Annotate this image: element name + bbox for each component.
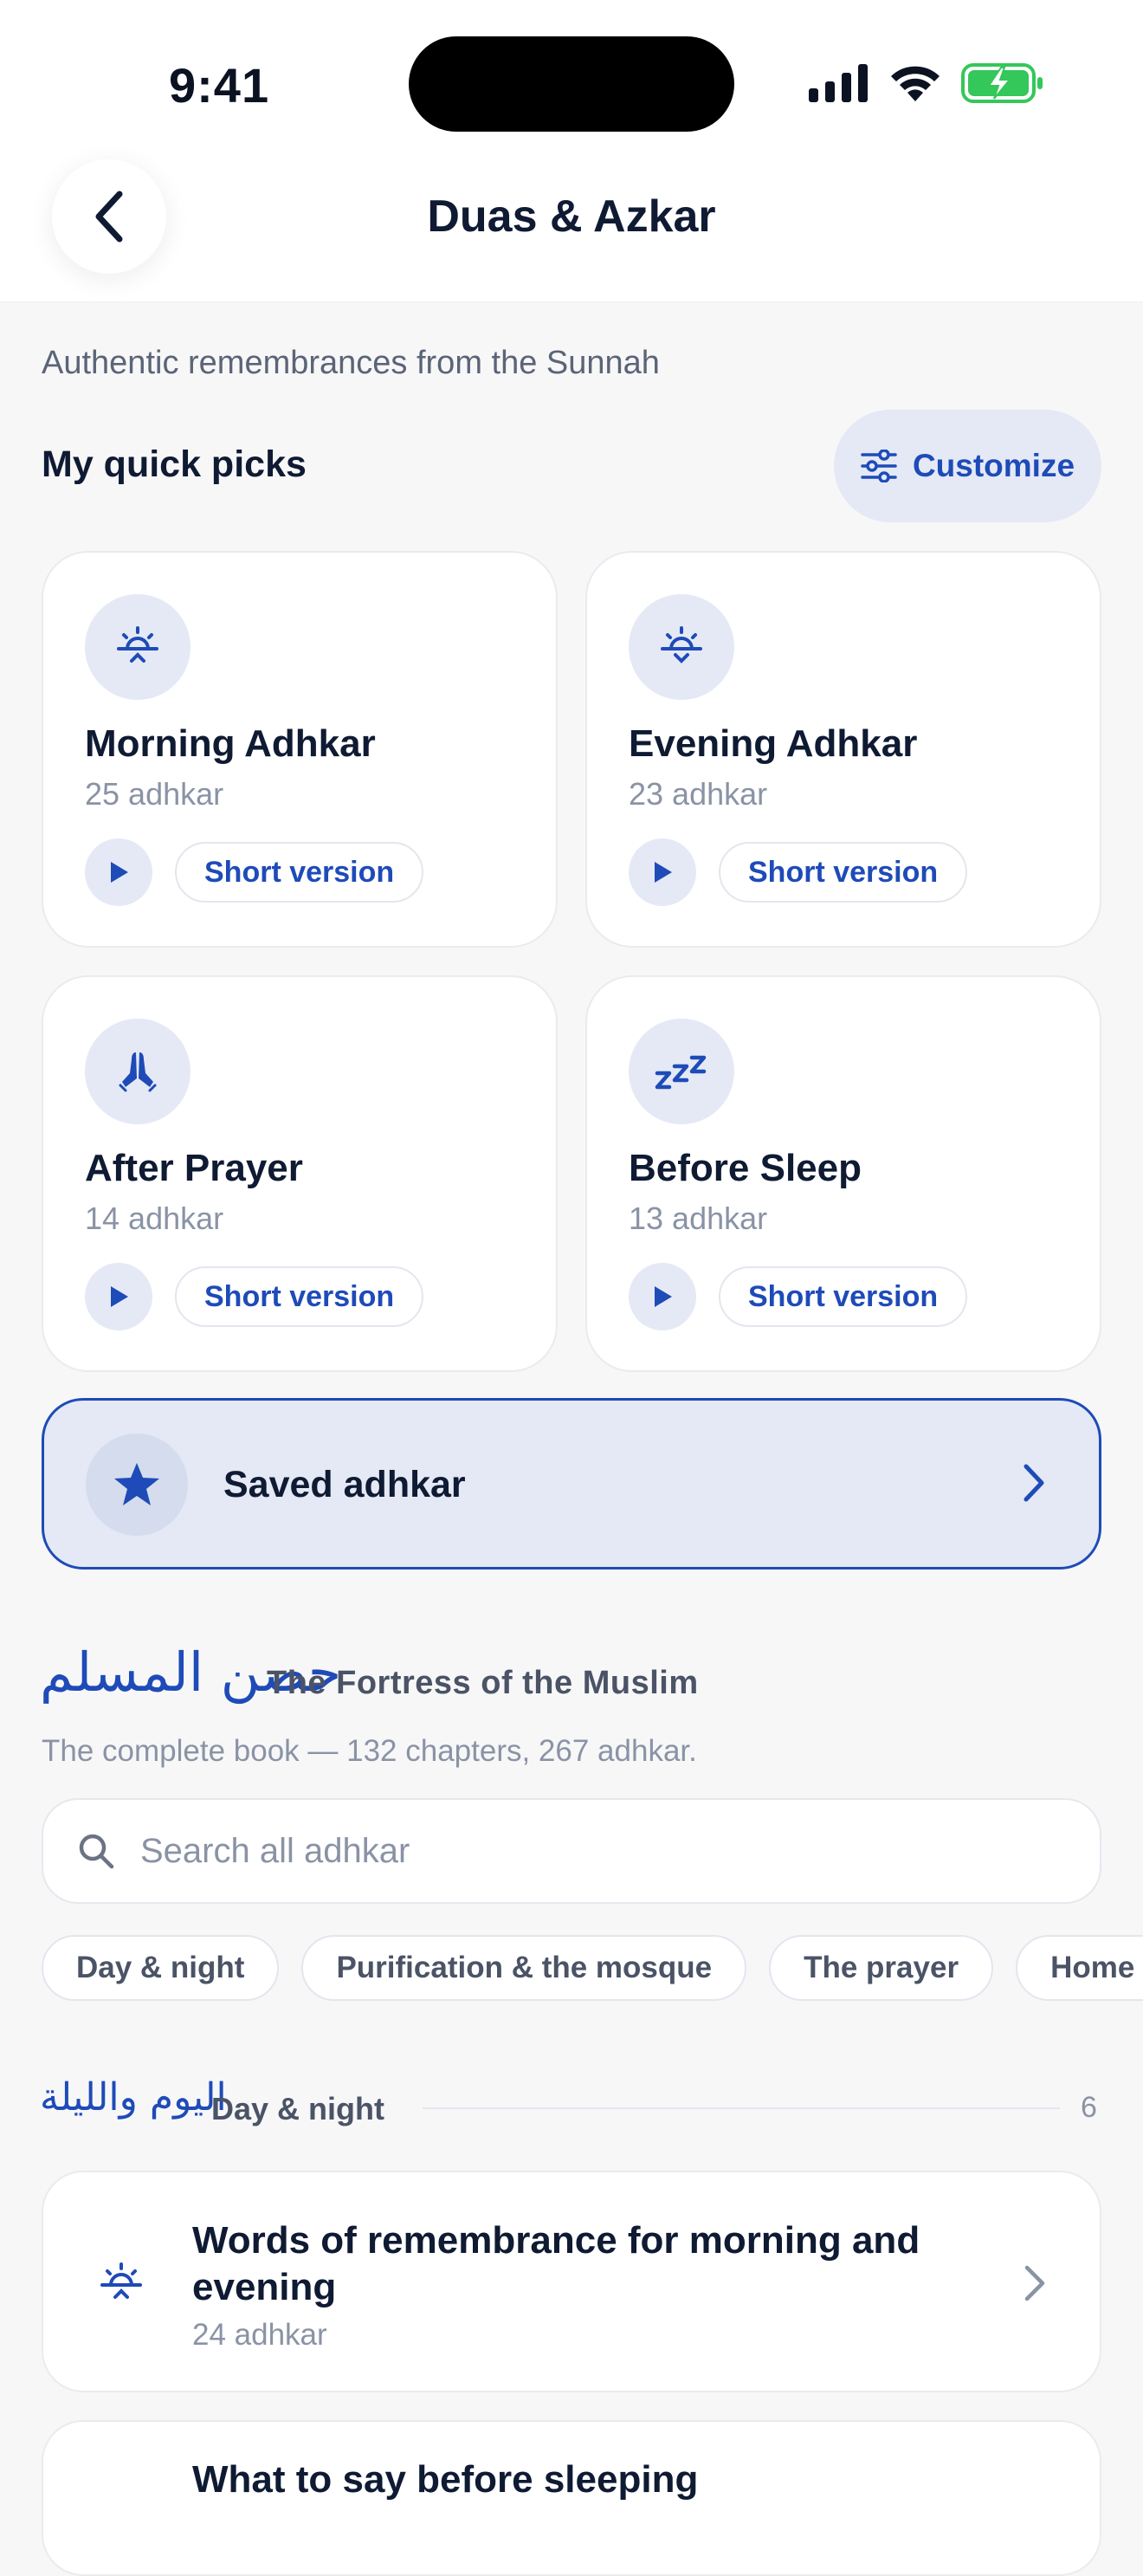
short-version-button[interactable]: Short version [719, 1266, 968, 1327]
star-icon [86, 1434, 188, 1536]
chip-day-night[interactable]: Day & night [42, 1935, 280, 2001]
card-count: 25 adhkar [85, 776, 224, 812]
quick-pick-card-evening[interactable]: Evening Adhkar 23 adhkar Short version [585, 551, 1101, 948]
fortress-description: The complete book — 132 chapters, 267 ad… [42, 1734, 697, 1768]
status-icons [809, 57, 1044, 109]
battery-charging-icon [961, 63, 1043, 103]
card-title: Evening Adhkar [629, 722, 918, 765]
quick-pick-card-morning[interactable]: Morning Adhkar 25 adhkar Short version [42, 551, 558, 948]
chevron-right-icon [1024, 2265, 1045, 2301]
fortress-title: The Fortress of the Muslim [267, 1665, 699, 1701]
play-button[interactable] [629, 838, 696, 906]
search-icon [79, 1834, 114, 1869]
group-divider [423, 2107, 1060, 2109]
play-icon [655, 1286, 672, 1307]
play-icon [111, 862, 128, 883]
dynamic-island [409, 36, 734, 132]
chevron-right-icon [1024, 1464, 1044, 1502]
play-button[interactable] [85, 838, 152, 906]
quick-pick-card-before-sleep[interactable]: Before Sleep 13 adhkar Short version [585, 975, 1101, 1372]
sunrise-icon [85, 594, 190, 700]
customize-button[interactable]: Customize [834, 410, 1101, 522]
short-version-button[interactable]: Short version [175, 1266, 424, 1327]
chip-prayer[interactable]: The prayer [769, 1935, 994, 2001]
card-count: 23 adhkar [629, 776, 768, 812]
short-version-button[interactable]: Short version [719, 842, 968, 903]
group-count: 6 [1081, 2091, 1097, 2124]
saved-label: Saved adhkar [223, 1464, 466, 1505]
play-button[interactable] [85, 1263, 152, 1330]
sliders-icon [861, 450, 897, 482]
group-title: Day & night [211, 2091, 385, 2126]
chapter-count: 24 adhkar [192, 2318, 327, 2352]
chapter-title: Words of remembrance for morning and eve… [192, 2219, 920, 2308]
praying-hands-icon [85, 1019, 190, 1124]
quick-picks-heading: My quick picks [42, 443, 307, 485]
header-divider [0, 301, 1143, 302]
chip-home[interactable]: Home & family [1016, 1935, 1143, 2001]
search-bar[interactable] [42, 1798, 1101, 1904]
card-title: Before Sleep [629, 1147, 862, 1189]
group-arabic-title: اليوم والليلة [40, 2075, 227, 2120]
card-count: 14 adhkar [85, 1201, 224, 1236]
sunset-icon [629, 594, 734, 700]
play-icon [111, 1286, 128, 1307]
short-version-button[interactable]: Short version [175, 842, 424, 903]
card-title: Morning Adhkar [85, 722, 376, 765]
play-button[interactable] [629, 1263, 696, 1330]
status-time: 9:41 [169, 58, 270, 113]
card-count: 13 adhkar [629, 1201, 768, 1236]
page-title: Duas & Azkar [427, 191, 716, 242]
quick-pick-card-after-prayer[interactable]: After Prayer 14 adhkar Short version [42, 975, 558, 1372]
search-input[interactable] [139, 1830, 1004, 1872]
chapter-title: What to say before sleeping [192, 2458, 699, 2501]
cellular-signal-icon [809, 64, 868, 102]
category-chips: Day & night Purification & the mosque Th… [42, 1935, 1143, 2003]
play-icon [655, 862, 672, 883]
chip-purification[interactable]: Purification & the mosque [301, 1935, 747, 2001]
chapter-row[interactable]: Words of remembrance for morning and eve… [42, 2171, 1101, 2392]
page-subtitle: Authentic remembrances from the Sunnah [42, 345, 660, 381]
saved-adhkar-button[interactable]: Saved adhkar [42, 1398, 1101, 1570]
zzz-sleep-icon [629, 1019, 734, 1124]
chapter-row[interactable]: What to say before sleeping [42, 2420, 1101, 2576]
customize-label: Customize [912, 448, 1075, 483]
sunrise-icon [100, 2262, 142, 2299]
wifi-icon [891, 66, 940, 101]
card-title: After Prayer [85, 1147, 303, 1189]
